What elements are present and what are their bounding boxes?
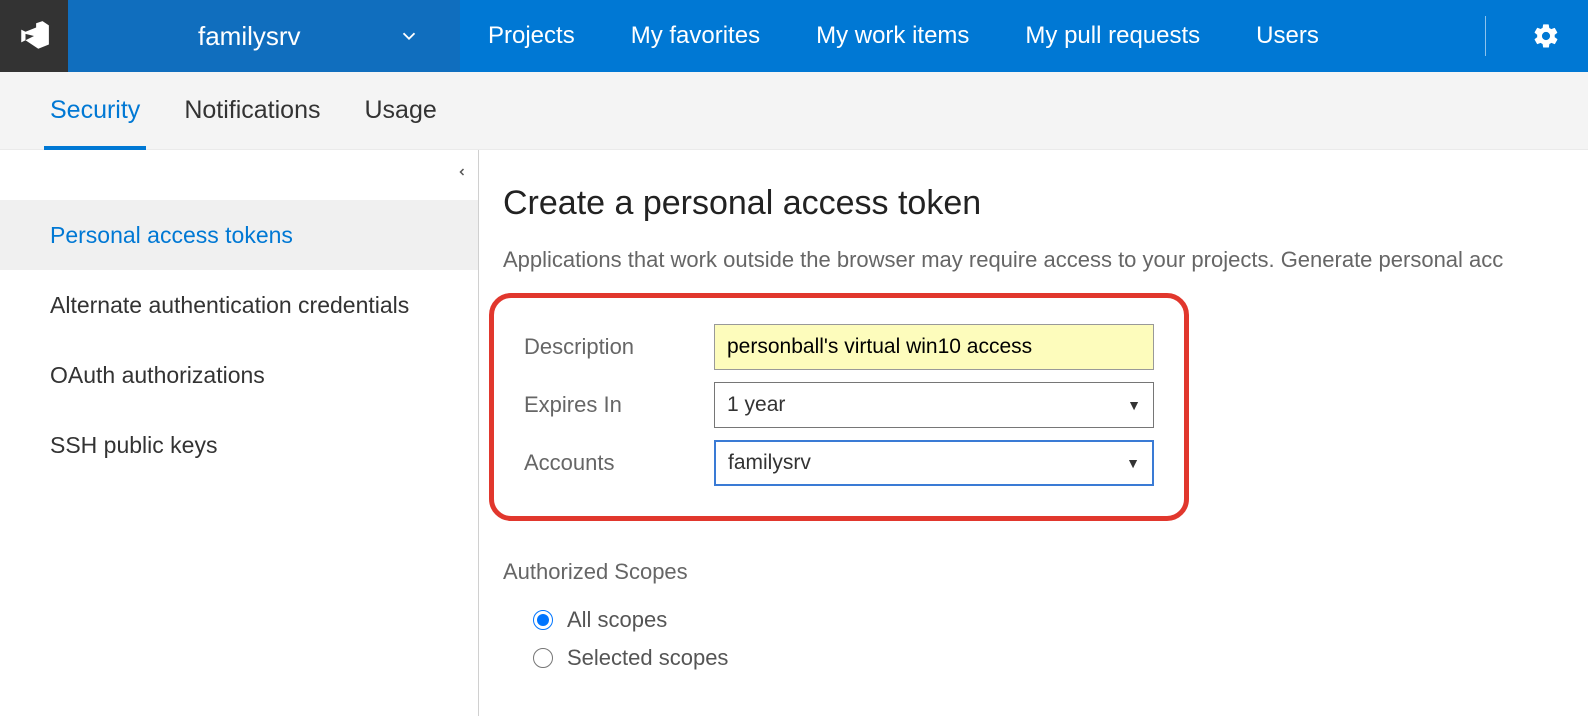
page-description: Applications that work outside the brows… — [503, 247, 1588, 273]
scope-all-radio[interactable] — [533, 610, 553, 630]
sidebar-item-ssh[interactable]: SSH public keys — [0, 410, 478, 480]
tab-bar: Security Notifications Usage — [0, 72, 1588, 150]
scope-all-label: All scopes — [567, 607, 667, 633]
devops-logo-icon — [17, 19, 51, 53]
accounts-select[interactable]: familysrv ▼ — [714, 440, 1154, 486]
caret-down-icon: ▼ — [1127, 397, 1141, 413]
sidebar-item-alt-auth[interactable]: Alternate authentication credentials — [0, 270, 478, 340]
scope-selected-row[interactable]: Selected scopes — [533, 645, 1588, 671]
settings-button[interactable] — [1504, 22, 1588, 50]
chevron-down-icon — [398, 25, 420, 47]
chevron-left-icon — [456, 164, 468, 180]
nav-favorites[interactable]: My favorites — [603, 22, 788, 50]
description-input[interactable] — [714, 324, 1154, 370]
logo-block[interactable] — [0, 0, 68, 72]
scope-all-row[interactable]: All scopes — [533, 607, 1588, 633]
expires-select[interactable]: 1 year ▼ — [714, 382, 1154, 428]
tab-security[interactable]: Security — [28, 72, 162, 149]
tab-usage[interactable]: Usage — [342, 72, 458, 149]
scopes-label: Authorized Scopes — [503, 559, 1588, 585]
accounts-value: familysrv — [728, 451, 811, 475]
sidebar-item-pat[interactable]: Personal access tokens — [0, 200, 478, 270]
scope-selected-label: Selected scopes — [567, 645, 728, 671]
caret-down-icon: ▼ — [1126, 455, 1140, 471]
sidebar-item-oauth[interactable]: OAuth authorizations — [0, 340, 478, 410]
scope-selected-radio[interactable] — [533, 648, 553, 668]
form-highlight-box: Description Expires In 1 year ▼ A — [489, 293, 1189, 521]
org-name: familysrv — [198, 21, 301, 52]
top-nav: Projects My favorites My work items My p… — [460, 0, 1588, 72]
nav-pull-requests[interactable]: My pull requests — [997, 22, 1228, 50]
top-bar: familysrv Projects My favorites My work … — [0, 0, 1588, 72]
main-content: Create a personal access token Applicati… — [479, 150, 1588, 716]
expires-label: Expires In — [524, 392, 714, 418]
accounts-label: Accounts — [524, 450, 714, 476]
nav-divider — [1485, 16, 1486, 56]
expires-value: 1 year — [727, 393, 785, 417]
nav-work-items[interactable]: My work items — [788, 22, 997, 50]
nav-projects[interactable]: Projects — [460, 22, 603, 50]
org-switcher[interactable]: familysrv — [68, 0, 460, 72]
sidebar: Personal access tokens Alternate authent… — [0, 150, 479, 716]
collapse-sidebar-button[interactable] — [456, 164, 468, 185]
tab-notifications[interactable]: Notifications — [162, 72, 342, 149]
page-title: Create a personal access token — [503, 184, 1588, 223]
description-label: Description — [524, 334, 714, 360]
gear-icon — [1532, 22, 1560, 50]
nav-users[interactable]: Users — [1228, 22, 1347, 50]
